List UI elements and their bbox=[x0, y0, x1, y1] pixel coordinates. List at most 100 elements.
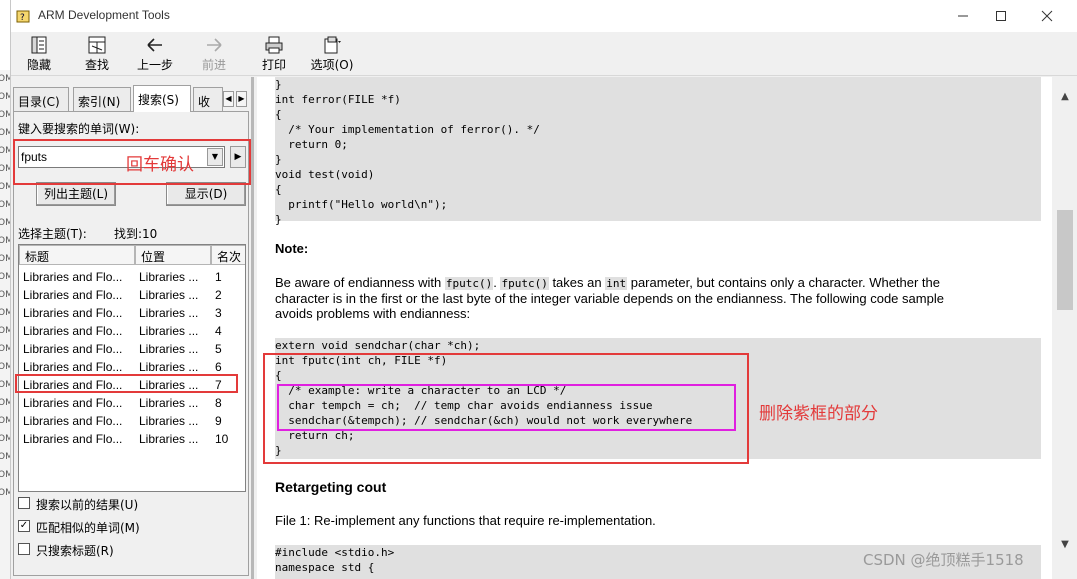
printer-icon bbox=[265, 36, 283, 54]
close-button[interactable] bbox=[1024, 0, 1070, 32]
background-strip-text: OM bbox=[0, 92, 10, 102]
nav-tabs: 目录(C) 索引(N) 搜索(S) 收 ◀ ▶ bbox=[13, 85, 249, 112]
tab-scroll-left[interactable]: ◀ bbox=[223, 91, 234, 107]
tab-index[interactable]: 索引(N) bbox=[73, 87, 131, 111]
annotation-purple-box-delete bbox=[277, 384, 736, 431]
result-rank: 1 bbox=[215, 270, 222, 284]
options-button[interactable]: 选项(O) bbox=[305, 34, 359, 74]
watermark: CSDN @绝顶糕手1518 bbox=[863, 551, 1024, 569]
result-row[interactable]: Libraries and Flo... Libraries ... 3 bbox=[19, 304, 245, 322]
back-arrow-icon bbox=[147, 38, 162, 52]
background-window-strip: OM OM OM OM OM OM OM OM OM OM OM OM OM OM OM OM OM OM OM OM… bbox=[0, 70, 10, 579]
checkbox-box[interactable] bbox=[18, 543, 30, 555]
list-topics-button[interactable]: 列出主题(L) bbox=[36, 182, 116, 206]
result-row[interactable]: Libraries and Flo... Libraries ... 10 bbox=[19, 430, 245, 448]
result-location: Libraries ... bbox=[139, 306, 199, 320]
titles-only-checkbox[interactable]: 只搜索标题(R) bbox=[18, 541, 248, 559]
column-rank[interactable]: 名次 bbox=[211, 245, 245, 265]
options-icon bbox=[324, 36, 341, 54]
code-line: extern void sendchar(char *ch); bbox=[275, 339, 481, 352]
svg-text:?: ? bbox=[20, 13, 25, 23]
content-scrollbar[interactable]: ▲ ▼ bbox=[1052, 77, 1077, 579]
code-block-ferror: } int ferror(FILE *f) { /* Your implementa… bbox=[275, 77, 1041, 226]
result-title: Libraries and Flo... bbox=[23, 414, 123, 428]
result-row[interactable]: Libraries and Flo... Libraries ... 8 bbox=[19, 394, 245, 412]
forward-button[interactable]: 前进 bbox=[187, 34, 241, 74]
checkbox-box-checked[interactable]: ✓ bbox=[18, 520, 30, 532]
background-strip-text: OM bbox=[0, 182, 10, 192]
minimize-icon bbox=[958, 15, 968, 17]
background-strip-text: OM bbox=[0, 398, 10, 408]
result-row[interactable]: Libraries and Flo... Libraries ... 4 bbox=[19, 322, 245, 340]
para-line-1: Be aware of endianness with fputc(). fpu… bbox=[275, 275, 1035, 291]
back-button[interactable]: 上一步 bbox=[128, 34, 182, 74]
background-strip-text: OM bbox=[0, 362, 10, 372]
para-text-b: takes an bbox=[552, 275, 602, 290]
background-strip-text: OM bbox=[0, 272, 10, 282]
code-line: int ferror(FILE *f) bbox=[275, 93, 401, 106]
result-title: Libraries and Flo... bbox=[23, 288, 123, 302]
results-list[interactable]: 标题 位置 名次 Libraries and Flo... Libraries .… bbox=[18, 244, 246, 492]
select-topic-label: 选择主题(T): bbox=[18, 227, 87, 241]
para-text-a: Be aware of endianness with bbox=[275, 275, 442, 290]
found-count-label: 找到:10 bbox=[114, 227, 158, 241]
result-row[interactable]: Libraries and Flo... Libraries ... 1 bbox=[19, 268, 245, 286]
result-row[interactable]: Libraries and Flo... Libraries ... 2 bbox=[19, 286, 245, 304]
hide-button[interactable]: 隐藏 bbox=[12, 34, 66, 74]
result-title: Libraries and Flo... bbox=[23, 360, 123, 374]
search-previous-label: 搜索以前的结果(U) bbox=[36, 498, 139, 512]
close-icon bbox=[1041, 10, 1053, 22]
background-strip-text: OM bbox=[0, 164, 10, 174]
result-rank: 4 bbox=[215, 324, 222, 338]
annotation-enter-confirm: 回车确认 bbox=[126, 155, 194, 175]
code-line: } bbox=[275, 78, 282, 91]
code-line: printf("Hello world\n"); bbox=[275, 198, 448, 211]
find-button[interactable]: 查找 bbox=[70, 34, 124, 74]
tab-contents[interactable]: 目录(C) bbox=[13, 87, 69, 111]
forward-label: 前进 bbox=[201, 58, 226, 72]
background-strip-text: OM bbox=[0, 128, 10, 138]
file1-paragraph: File 1: Re-implement any functions that … bbox=[275, 513, 656, 528]
tab-favorites[interactable]: 收 bbox=[193, 87, 223, 111]
column-title[interactable]: 标题 bbox=[19, 245, 135, 265]
search-prompt-label: 键入要搜索的单词(W): bbox=[18, 122, 140, 136]
maximize-button[interactable] bbox=[978, 0, 1024, 32]
background-strip-text: OM bbox=[0, 290, 10, 300]
para-text-c: parameter, but contains only a character… bbox=[630, 275, 941, 290]
code-line: { bbox=[275, 183, 282, 196]
scroll-up-icon[interactable]: ▲ bbox=[1058, 91, 1072, 103]
tab-search[interactable]: 搜索(S) bbox=[133, 85, 191, 112]
results-header: 标题 位置 名次 bbox=[19, 245, 245, 265]
forward-arrow-icon bbox=[207, 38, 222, 52]
result-location: Libraries ... bbox=[139, 324, 199, 338]
checkbox-box[interactable] bbox=[18, 497, 30, 509]
background-strip-text: OM bbox=[0, 74, 10, 84]
scroll-down-icon[interactable]: ▼ bbox=[1058, 539, 1072, 551]
result-title: Libraries and Flo... bbox=[23, 270, 123, 284]
code-fputc-1: fputc() bbox=[444, 277, 494, 290]
topic-content[interactable]: } int ferror(FILE *f) { /* Your implementa… bbox=[257, 77, 1052, 579]
scrollbar-thumb[interactable] bbox=[1057, 210, 1073, 310]
match-similar-checkbox[interactable]: ✓ 匹配相似的单词(M) bbox=[18, 518, 248, 536]
print-button[interactable]: 打印 bbox=[247, 34, 301, 74]
tab-scroll-right[interactable]: ▶ bbox=[236, 91, 247, 107]
result-location: Libraries ... bbox=[139, 270, 199, 284]
result-row[interactable]: Libraries and Flo... Libraries ... 5 bbox=[19, 340, 245, 358]
background-strip-text: OM bbox=[0, 110, 10, 120]
para-sep: . bbox=[493, 275, 497, 290]
search-previous-checkbox[interactable]: 搜索以前的结果(U) bbox=[18, 495, 248, 513]
result-title: Libraries and Flo... bbox=[23, 306, 123, 320]
print-label: 打印 bbox=[261, 58, 286, 72]
help-window: ? ARM Development Tools 隐藏 查找 上一步 前进 打印 … bbox=[10, 0, 1077, 579]
result-location: Libraries ... bbox=[139, 342, 199, 356]
background-strip-text: OM bbox=[0, 326, 10, 336]
result-rank: 3 bbox=[215, 306, 222, 320]
code-fputc-2: fputc() bbox=[500, 277, 549, 290]
background-strip-text: OM bbox=[0, 308, 10, 318]
display-button[interactable]: 显示(D) bbox=[166, 182, 246, 206]
result-row[interactable]: Libraries and Flo... Libraries ... 9 bbox=[19, 412, 245, 430]
back-label: 上一步 bbox=[136, 58, 173, 72]
code-line: { bbox=[275, 108, 282, 121]
column-location[interactable]: 位置 bbox=[135, 245, 211, 265]
titles-only-label: 只搜索标题(R) bbox=[36, 544, 114, 558]
